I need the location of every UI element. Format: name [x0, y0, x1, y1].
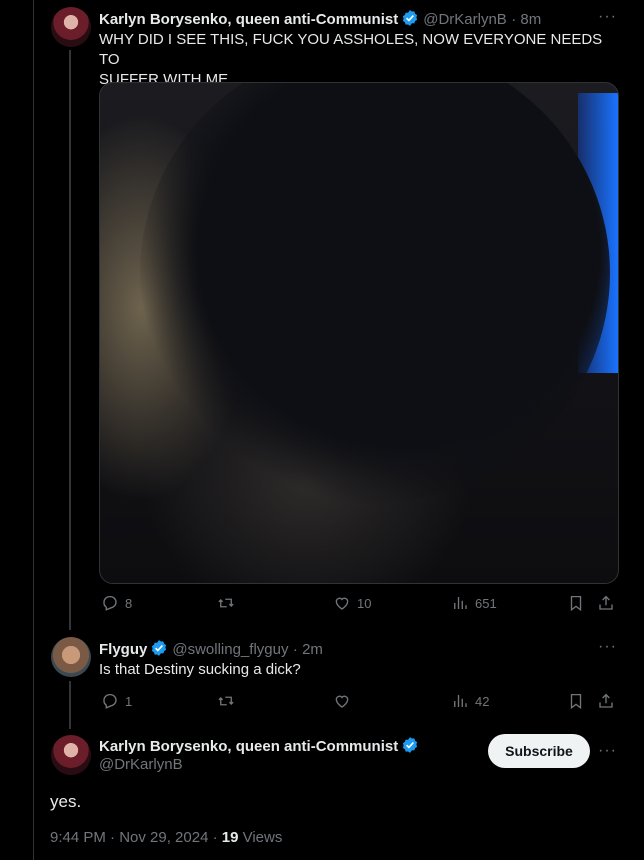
retweet-button[interactable]: [217, 692, 241, 710]
reply-icon: [103, 693, 117, 709]
share-icon[interactable]: [597, 692, 615, 710]
verified-badge-icon[interactable]: [401, 736, 419, 759]
views-label: Views: [238, 829, 283, 846]
more-icon[interactable]: ···: [598, 8, 617, 26]
more-icon[interactable]: ···: [598, 742, 617, 760]
tweet-text: WHY DID I SEE THIS, FUCK YOU ASSHOLES, N…: [99, 30, 619, 90]
author-handle[interactable]: @DrKarlynB: [423, 11, 507, 28]
retweet-button[interactable]: [217, 594, 241, 612]
like-count: 10: [357, 595, 372, 611]
author-name[interactable]: Flyguy: [99, 641, 147, 658]
views-count: 42: [475, 693, 490, 709]
like-button[interactable]: [333, 692, 357, 710]
views-count: 19: [221, 829, 239, 846]
reply-count: 1: [125, 693, 133, 709]
author-name[interactable]: Karlyn Borysenko, queen anti-Communist: [99, 738, 398, 755]
author-handle[interactable]: @swolling_flyguy: [172, 641, 288, 658]
tweet-media[interactable]: [99, 82, 619, 584]
avatar[interactable]: [51, 7, 91, 47]
more-icon[interactable]: ···: [598, 638, 617, 656]
thread-line: [69, 681, 71, 729]
thread-line: [69, 50, 71, 630]
views-count: 651: [475, 595, 497, 611]
reply-button[interactable]: 1: [101, 692, 132, 710]
verified-badge-icon[interactable]: [150, 639, 168, 662]
tweet-meta: 9:44 PM · Nov 29, 2024 · 19 Views: [50, 829, 282, 846]
verified-badge-icon[interactable]: [401, 9, 419, 32]
share-icon[interactable]: [597, 594, 615, 612]
tweet-header: Flyguy @swolling_flyguy · 2m: [99, 639, 323, 662]
avatar[interactable]: [51, 735, 91, 775]
tweet-timestamp[interactable]: 9:44 PM · Nov 29, 2024 ·: [50, 829, 222, 846]
author-handle[interactable]: @DrKarlynB: [99, 756, 183, 773]
tweet-text: yes.: [50, 792, 82, 811]
like-button[interactable]: 10: [333, 594, 371, 612]
author-name[interactable]: Karlyn Borysenko, queen anti-Communist: [99, 11, 398, 28]
tweet-header: Karlyn Borysenko, queen anti-Communist @D…: [99, 9, 541, 32]
bookmark-icon[interactable]: [567, 594, 585, 612]
tweet-time[interactable]: · 8m: [511, 11, 541, 28]
retweet-icon: [218, 598, 234, 608]
bookmark-icon[interactable]: [567, 692, 585, 710]
timeline-border: [33, 0, 34, 860]
subscribe-button[interactable]: Subscribe: [488, 734, 590, 768]
reply-button[interactable]: 8: [101, 594, 132, 612]
heart-icon: [335, 695, 349, 708]
views-button[interactable]: 651: [451, 594, 497, 612]
media-subject: [140, 83, 610, 503]
reply-count: 8: [125, 595, 133, 611]
views-icon: [454, 695, 467, 707]
tweet-time[interactable]: · 2m: [293, 641, 323, 658]
tweet-text-line: WHY DID I SEE THIS, FUCK YOU ASSHOLES, N…: [99, 31, 603, 68]
views-icon: [454, 597, 467, 609]
avatar[interactable]: [51, 637, 91, 677]
tweet-text: Is that Destiny sucking a dick?: [99, 661, 301, 678]
heart-icon: [335, 597, 349, 610]
retweet-icon: [218, 696, 234, 706]
views-button[interactable]: 42: [451, 692, 489, 710]
reply-icon: [103, 595, 117, 611]
